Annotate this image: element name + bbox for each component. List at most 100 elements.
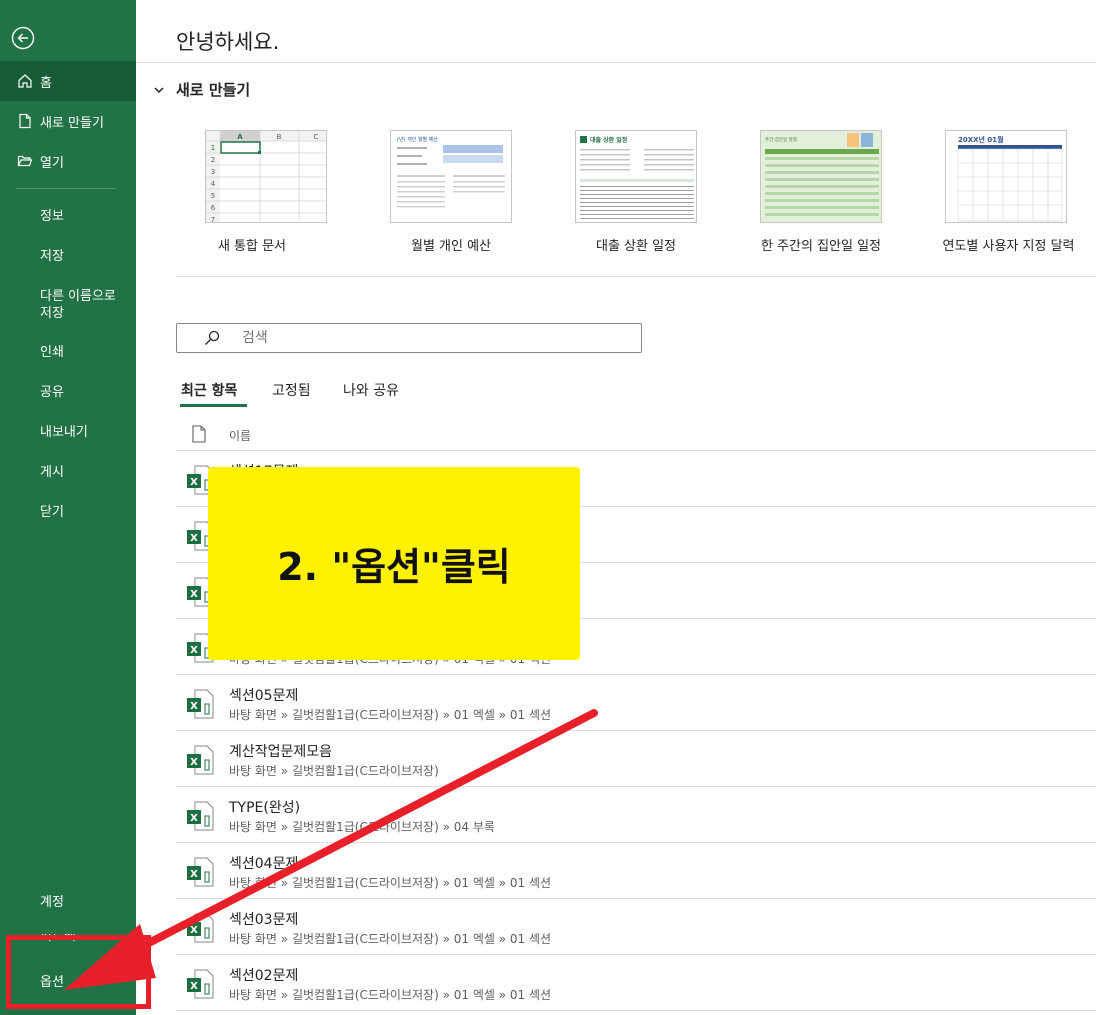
file-path: 바탕 화면 » 길벗컴활1급(C드라이브저장) » 01 엑셀 » 01 섹션 [229,988,552,1002]
sidebar-item-info[interactable]: 정보 [40,208,64,225]
svg-text:X: X [190,701,198,712]
template-label: 대출 상환 일정 [595,239,677,254]
column-header: A [237,133,243,141]
template-label: 연도별 사용자 지정 달력 [942,239,1075,254]
excel-file-icon: X [187,913,214,943]
row-header: 7 [211,216,215,223]
section-title: 새로 만들기 [176,81,251,99]
sidebar-item-label: 열기 [40,155,64,171]
sidebar-item-close[interactable]: 닫기 [40,504,64,521]
template-weekly-chores[interactable]: 주간 집안일 일정 [760,130,882,223]
sidebar-item-print[interactable]: 인쇄 [40,344,64,361]
template-label: 새 통합 문서 [217,239,287,254]
excel-file-icon: X [187,857,214,887]
row-header: 3 [211,168,215,176]
backstage-sidebar: 홈 새로 만들기 열기 정보 저장 다른 이름으로 저장 인쇄 공유 내보내기 … [0,0,136,1015]
search-icon [205,330,220,345]
loan-schedule-thumbnail: 대출 상환 일정 [580,136,694,219]
calendar-thumbnail: 20XX년 01월 [957,135,1063,222]
instruction-callout: 2. "옵션"클릭 [208,467,580,660]
sidebar-item-label: 새로 만들기 [40,115,104,131]
sidebar-item-label: 다른 이름으로 [40,289,116,304]
thumbnail-title: 주간 집안일 일정 [765,136,797,143]
search-input[interactable] [240,329,624,347]
svg-text:X: X [190,533,198,544]
svg-text:X: X [190,813,198,824]
file-row[interactable]: X 계산작업문제모음 바탕 화면 » 길벗컴활1급(C드라이브저장) [176,731,1096,787]
row-header: 1 [211,144,215,152]
sidebar-item-export[interactable]: 내보내기 [40,424,88,441]
file-row[interactable]: X 섹션03문제 바탕 화면 » 길벗컴활1급(C드라이브저장) » 01 엑셀… [176,899,1096,955]
new-document-icon [16,112,34,130]
tab-shared[interactable]: 나와 공유 [343,380,399,400]
file-name: 섹션03문제 [229,912,299,928]
sidebar-divider [16,188,116,189]
column-header: C [314,133,319,141]
sidebar-item-open[interactable]: 열기 [0,141,136,181]
active-tab-indicator [180,404,247,407]
divider [176,1010,1096,1011]
file-path: 바탕 화면 » 길벗컴활1급(C드라이브저장) » 01 엑셀 » 01 섹션 [229,708,552,722]
file-path: 바탕 화면 » 길벗컴활1급(C드라이브저장) » 04 부록 [229,820,495,834]
file-row[interactable]: X 섹션05문제 바탕 화면 » 길벗컴활1급(C드라이브저장) » 01 엑셀… [176,675,1096,731]
file-path: 바탕 화면 » 길벗컴활1급(C드라이브저장) [229,764,439,778]
row-header: 4 [211,180,216,188]
excel-file-icon: X [187,745,214,775]
template-monthly-budget[interactable]: (년) 개인 월별 예산 [390,130,512,223]
file-name: 계산작업문제모음 [229,744,333,760]
sidebar-item-share[interactable]: 공유 [40,384,64,401]
template-loan-schedule[interactable]: 대출 상환 일정 [575,130,697,223]
home-icon [16,72,34,90]
template-calendar[interactable]: 20XX년 01월 [945,130,1067,223]
tab-recent[interactable]: 최근 항목 [181,380,237,400]
file-path: 바탕 화면 » 길벗컴활1급(C드라이브저장) » 01 엑셀 » 01 섹션 [229,932,552,946]
column-header-name[interactable]: 이름 [229,427,251,444]
file-row[interactable]: X TYPE(완성) 바탕 화면 » 길벗컴활1급(C드라이브저장) » 04 … [176,787,1096,843]
sidebar-item-new[interactable]: 새로 만들기 [0,101,136,141]
file-name: 섹션05문제 [229,688,299,704]
svg-text:X: X [190,869,198,880]
search-box[interactable] [176,323,642,353]
file-icon [192,425,206,443]
sidebar-item-label: 저장 [40,306,64,321]
svg-text:X: X [190,645,198,656]
thumbnail-title: 대출 상환 일정 [590,136,627,144]
column-header: B [277,133,282,141]
sidebar-item-account[interactable]: 계정 [40,894,64,911]
row-header: 5 [211,192,215,200]
sidebar-item-save-as[interactable]: 다른 이름으로 저장 [40,288,116,322]
file-name: 섹션04문제 [229,856,299,872]
svg-text:X: X [190,925,198,936]
row-header: 2 [211,156,215,164]
sidebar-item-label: 홈 [40,75,52,91]
sidebar-item-publish[interactable]: 게시 [40,464,64,481]
excel-file-icon: X [187,969,214,999]
row-header: 6 [211,204,216,212]
chevron-down-icon [154,86,164,93]
monthly-budget-thumbnail: (년) 개인 월별 예산 [397,136,505,208]
template-label: 한 주간의 집안일 일정 [760,239,882,254]
file-row[interactable]: X 섹션04문제 바탕 화면 » 길벗컴활1급(C드라이브저장) » 01 엑셀… [176,843,1096,899]
divider [136,62,1096,63]
blank-workbook-thumbnail: A B C 1 2 3 4 5 6 7 [206,131,326,223]
excel-file-icon: X [187,689,214,719]
file-row[interactable]: X 섹션02문제 바탕 화면 » 길벗컴활1급(C드라이브저장) » 01 엑셀… [176,955,1096,1011]
new-section-toggle[interactable]: 새로 만들기 [152,79,250,100]
file-name: 섹션02문제 [229,968,299,984]
back-arrow-icon[interactable] [11,26,35,50]
sidebar-item-save[interactable]: 저장 [40,248,64,265]
template-blank-workbook[interactable]: A B C 1 2 3 4 5 6 7 [205,130,327,223]
weekly-chores-thumbnail: 주간 집안일 일정 [761,131,881,222]
file-path: 바탕 화면 » 길벗컴활1급(C드라이브저장) » 01 엑셀 » 01 섹션 [229,876,552,890]
svg-text:X: X [190,981,198,992]
tab-pinned[interactable]: 고정됨 [272,380,311,400]
page-title: 안녕하세요. [176,30,280,54]
sidebar-item-home[interactable]: 홈 [0,61,136,101]
thumbnail-title: (년) 개인 월별 예산 [397,136,438,143]
template-label: 월별 개인 예산 [410,239,492,254]
svg-text:X: X [190,757,198,768]
divider [176,276,1096,277]
thumbnail-title: 20XX년 01월 [958,135,1004,144]
highlight-box [6,935,151,1009]
svg-text:X: X [190,589,198,600]
